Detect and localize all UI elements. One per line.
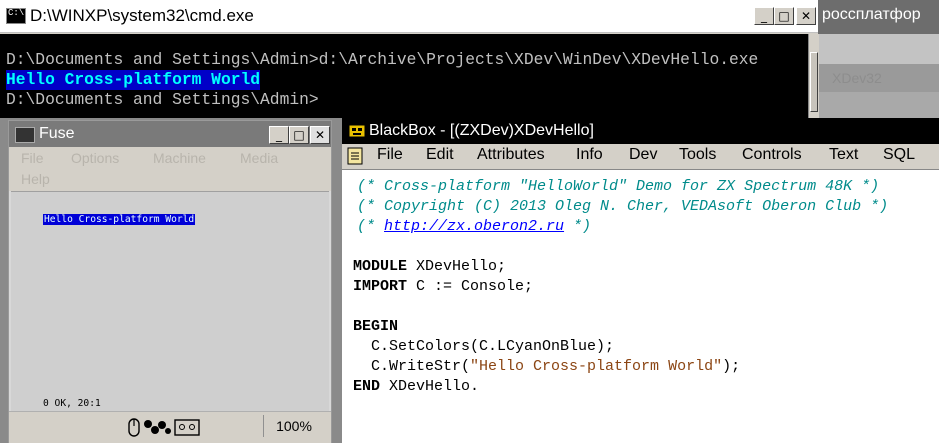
bb-menu-info[interactable]: Info xyxy=(576,146,603,164)
fuse-maximize-button[interactable]: □ xyxy=(289,126,309,144)
fuse-window: Fuse _ □ ✕ File Options Machine Media He… xyxy=(8,120,332,443)
fuse-menu-media[interactable]: Media xyxy=(240,150,278,166)
background-window-titlebar[interactable]: россплатфор xyxy=(818,0,939,34)
bb-menu-tools[interactable]: Tools xyxy=(679,146,716,164)
tape-icon xyxy=(174,419,200,436)
fuse-statusbar: 100% xyxy=(9,411,331,443)
blackbox-app-icon xyxy=(348,124,366,138)
zoom-level: 100% xyxy=(263,415,324,437)
background-window-title: россплатфор xyxy=(822,6,921,23)
cmd-titlebar[interactable]: D:\WINXP\system32\cmd.exe _ □ ✕ xyxy=(0,0,818,33)
bb-menu-dev[interactable]: Dev xyxy=(629,146,657,164)
code-comment-line: (* Cross-platform "HelloWorld" Demo for … xyxy=(357,178,880,195)
blackbox-window: BlackBox - [(ZXDev)XDevHello] File Edit … xyxy=(342,118,939,443)
console-output[interactable]: D:\Documents and Settings\Admin>d:\Archi… xyxy=(0,34,812,118)
background-window: россплатфор XDev32 xyxy=(818,0,939,118)
fuse-menu-machine[interactable]: Machine xyxy=(153,150,206,166)
console-line-highlighted: Hello Cross-platform World xyxy=(6,70,261,90)
fuse-title: Fuse xyxy=(39,125,75,142)
zx-hello-text: Hello Cross-platform World xyxy=(43,214,196,225)
code-text: C.WriteStr( xyxy=(353,358,471,375)
console-icon xyxy=(6,8,26,24)
code-module-line: MODULE XDevHello; xyxy=(353,257,506,277)
fuse-menu-options[interactable]: Options xyxy=(71,150,119,166)
code-end-line: END XDevHello. xyxy=(353,377,479,397)
console-prompt: D:\Documents and Settings\Admin> xyxy=(6,90,319,109)
scrollbar-thumb[interactable] xyxy=(810,52,818,112)
oberon-link[interactable]: http://zx.oberon2.ru xyxy=(384,218,564,235)
fuse-close-button[interactable]: ✕ xyxy=(310,126,330,144)
code-text: ); xyxy=(722,358,741,375)
zx-status-message: 0 OK, 20:1 xyxy=(43,398,101,409)
background-window-field-text: XDev32 xyxy=(832,70,882,86)
cmd-title: D:\WINXP\system32\cmd.exe xyxy=(30,6,254,25)
keyword: END xyxy=(353,378,381,395)
mouse-icon xyxy=(128,418,140,437)
background-window-field[interactable]: XDev32 xyxy=(818,64,939,92)
bb-menu-file[interactable]: File xyxy=(377,146,403,164)
blackbox-menubar: File Edit Attributes Info Dev Tools Cont… xyxy=(342,144,939,170)
fuse-menubar: File Options Machine Media Help xyxy=(9,147,331,191)
fuse-app-icon xyxy=(15,127,35,143)
blackbox-titlebar[interactable]: BlackBox - [(ZXDev)XDevHello] xyxy=(342,118,939,144)
zx-spectrum-screen[interactable]: Hello Cross-platform World 0 OK, 20:1 xyxy=(11,191,329,412)
code-begin-line: BEGIN xyxy=(353,318,399,335)
close-button[interactable]: ✕ xyxy=(796,7,816,25)
fuse-menu-file[interactable]: File xyxy=(21,150,44,166)
joystick-icon xyxy=(144,420,171,434)
fuse-status-icons xyxy=(128,418,200,437)
console-line: D:\Documents and Settings\Admin>d:\Archi… xyxy=(6,50,759,69)
comment-open: (* xyxy=(357,218,385,235)
bb-menu-text[interactable]: Text xyxy=(829,146,858,164)
code-comment-line: (* Copyright (C) 2013 Oleg N. Cher, VEDA… xyxy=(357,198,889,215)
code-import-line: IMPORT C := Console; xyxy=(353,277,533,297)
string-literal: "Hello Cross-platform World" xyxy=(470,358,723,375)
document-icon[interactable] xyxy=(347,147,363,165)
fuse-titlebar[interactable]: Fuse _ □ ✕ xyxy=(9,121,331,147)
code-text: XDevHello. xyxy=(380,378,480,395)
fuse-minimize-button[interactable]: _ xyxy=(269,126,289,144)
maximize-button[interactable]: □ xyxy=(774,7,794,25)
bb-menu-attributes[interactable]: Attributes xyxy=(477,146,545,164)
code-comment-link-line: (* http://zx.oberon2.ru *) xyxy=(357,217,591,237)
code-editor[interactable]: (* Cross-platform "HelloWorld" Demo for … xyxy=(342,170,939,443)
blackbox-title: BlackBox - [(ZXDev)XDevHello] xyxy=(369,122,594,139)
bb-menu-sql[interactable]: SQL xyxy=(883,146,915,164)
keyword: IMPORT xyxy=(353,278,408,295)
bb-menu-controls[interactable]: Controls xyxy=(742,146,802,164)
cmd-window: D:\WINXP\system32\cmd.exe _ □ ✕ D:\Docum… xyxy=(0,0,819,118)
code-setcolors-line: C.SetColors(C.LCyanOnBlue); xyxy=(353,338,615,355)
code-writestr-line: C.WriteStr("Hello Cross-platform World")… xyxy=(353,357,740,377)
code-text: XDevHello; xyxy=(407,258,507,275)
keyword: MODULE xyxy=(353,258,408,275)
minimize-button[interactable]: _ xyxy=(754,7,774,25)
comment-close: *) xyxy=(564,218,592,235)
background-window-toolbar xyxy=(818,34,939,64)
fuse-menu-help[interactable]: Help xyxy=(21,171,50,187)
bb-menu-edit[interactable]: Edit xyxy=(426,146,454,164)
console-scrollbar[interactable] xyxy=(808,34,819,118)
code-text: C := Console; xyxy=(407,278,534,295)
